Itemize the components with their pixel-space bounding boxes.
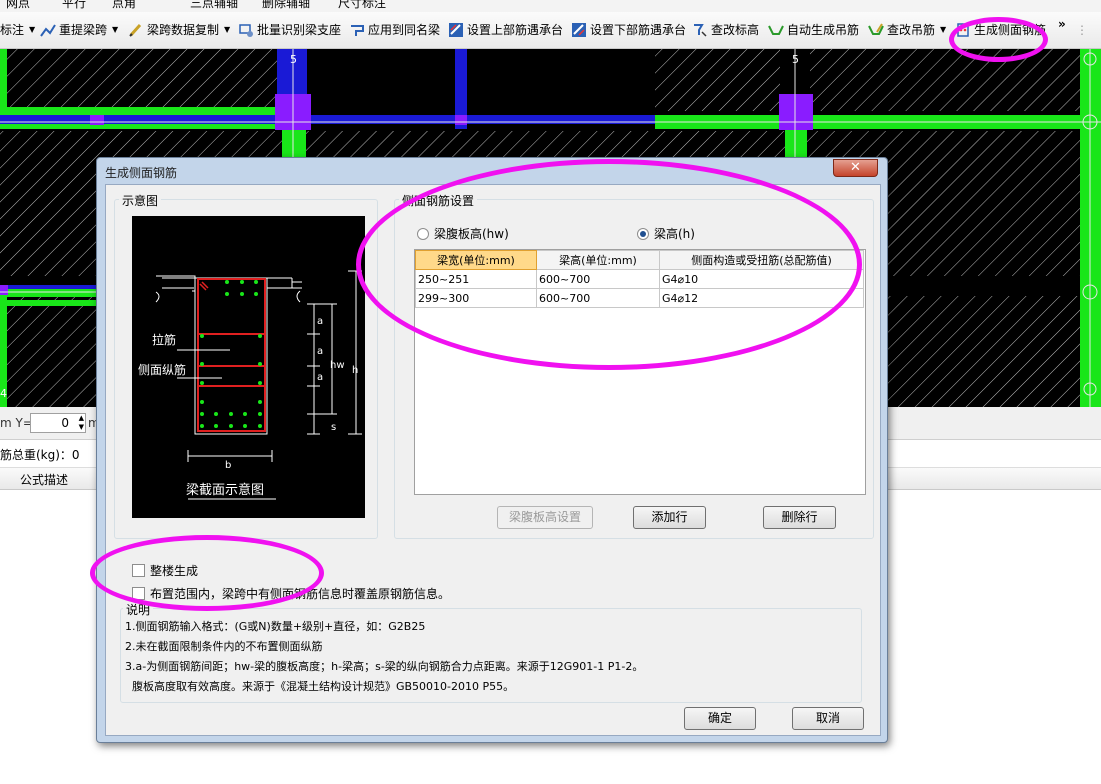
toolbar-overflow-button[interactable]: »	[1058, 14, 1066, 34]
dim-a-label: a	[317, 316, 323, 327]
note-line: 1.侧面钢筋输入格式：(G或N)数量+级别+直径，如：G2B25	[125, 620, 426, 633]
edit-hanger-icon	[868, 22, 884, 38]
copy-span-icon	[128, 22, 144, 38]
ok-button[interactable]: 确定	[684, 707, 756, 730]
formula-column-header: 公式描述	[20, 473, 69, 487]
auto-hanger-button[interactable]: 自动生成吊筋	[768, 20, 859, 40]
top-rebar-cap-button[interactable]: 设置上部筋遇承台	[448, 20, 563, 40]
auto-hanger-icon	[768, 22, 784, 38]
chevron-down-icon[interactable]: ▼	[940, 20, 946, 40]
web-height-settings-button[interactable]: 梁腹板高设置	[497, 506, 593, 529]
top-rebar-cap-icon	[448, 22, 464, 38]
y-label: m Y=	[0, 416, 33, 430]
diagram-group: 示意图 a a a hw h s b 拉筋 侧面纵筋 梁截面示意图	[114, 192, 378, 539]
add-row-button[interactable]: 添加行	[633, 506, 706, 529]
dim-a-label: a	[317, 346, 323, 357]
toolbar-top-item[interactable]: 点角	[112, 0, 136, 11]
toolbar-top-item[interactable]: 删除辅轴	[262, 0, 310, 11]
dim-b-label: b	[225, 460, 231, 471]
dim-h-label: h	[352, 365, 358, 376]
highlight-ellipse	[90, 535, 324, 611]
toolbar-top-item[interactable]: 尺寸标注	[338, 0, 386, 11]
delete-row-button[interactable]: 删除行	[763, 506, 836, 529]
bottom-rebar-cap-button[interactable]: 设置下部筋遇承台	[571, 20, 686, 40]
side-bar-label: 侧面纵筋	[138, 362, 186, 377]
diagram-caption: 梁截面示意图	[186, 482, 264, 498]
batch-support-button[interactable]: 批量识别梁支座	[238, 20, 341, 40]
note-line: 3.a-为侧面钢筋间距；hw-梁的腹板高度；h-梁高；s-梁的纵向钢筋合力点距离…	[125, 660, 644, 673]
batch-support-icon	[238, 22, 254, 38]
diagram-group-title: 示意图	[119, 192, 162, 209]
close-icon: ✕	[850, 160, 861, 175]
chevron-down-icon[interactable]: ▼	[112, 20, 118, 40]
notes-group: 说明 1.侧面钢筋输入格式：(G或N)数量+级别+直径，如：G2B25 2.未在…	[120, 601, 862, 703]
toolbar-label-button[interactable]: 标注 ▼	[0, 20, 35, 40]
dialog-title: 生成侧面钢筋	[105, 166, 178, 180]
bottom-rebar-cap-icon	[571, 22, 587, 38]
highlight-ellipse	[949, 17, 1048, 62]
note-line: 腹板高度取有效高度。来源于《混凝土结构设计规范》GB50010-2010 P55…	[125, 680, 515, 693]
dim-a-label: a	[317, 372, 323, 383]
toolbar-top-item[interactable]: 三点辅轴	[190, 0, 238, 11]
tie-label: 拉筋	[152, 332, 176, 347]
elevation-icon	[692, 22, 708, 38]
axis-label: 4	[0, 387, 7, 400]
toolbar-top-item[interactable]: 网点	[6, 0, 30, 11]
spinner-icon[interactable]: ▲ ▼	[79, 414, 84, 432]
highlight-ellipse	[356, 159, 862, 370]
axis-label: 5	[290, 53, 297, 66]
reextract-span-button[interactable]: 重提梁跨 ▼	[40, 20, 118, 40]
toolbar-top-row: 网点 平行 点角 三点辅轴 删除辅轴 尺寸标注	[0, 0, 1101, 12]
chevron-down-icon[interactable]: ▼	[224, 20, 230, 40]
close-button[interactable]: ✕	[833, 159, 878, 177]
main-toolbar: 标注 ▼ 重提梁跨 ▼ 梁跨数据复制 ▼ 批量识别梁支座 应用到同名梁 设置上部筋遇承…	[0, 12, 1101, 49]
edit-hanger-button[interactable]: 查改吊筋 ▼	[868, 20, 946, 40]
apply-same-name-icon	[349, 22, 365, 38]
axis-label: 5	[792, 53, 799, 66]
toolbar-separator: ⋮	[1076, 23, 1088, 37]
dim-s-label: s	[331, 422, 336, 433]
toolbar-top-item[interactable]: 平行	[62, 0, 86, 11]
beam-section-diagram: a a a hw h s b 拉筋 侧面纵筋 梁截面示意图	[132, 216, 365, 518]
apply-same-name-button[interactable]: 应用到同名梁	[349, 20, 440, 40]
copy-span-button[interactable]: 梁跨数据复制 ▼	[128, 20, 230, 40]
chevron-down-icon[interactable]: ▼	[29, 20, 35, 40]
y-input[interactable]: 0 ▲ ▼	[30, 413, 86, 433]
dim-hw-label: hw	[330, 360, 345, 371]
note-line: 2.未在截面限制条件内的不布置侧面纵筋	[125, 640, 323, 653]
elevation-button[interactable]: 查改标高	[692, 20, 759, 40]
reextract-span-icon	[40, 22, 56, 38]
cancel-button[interactable]: 取消	[792, 707, 864, 730]
steel-total-label: 筋总重(kg)：0	[0, 448, 80, 462]
